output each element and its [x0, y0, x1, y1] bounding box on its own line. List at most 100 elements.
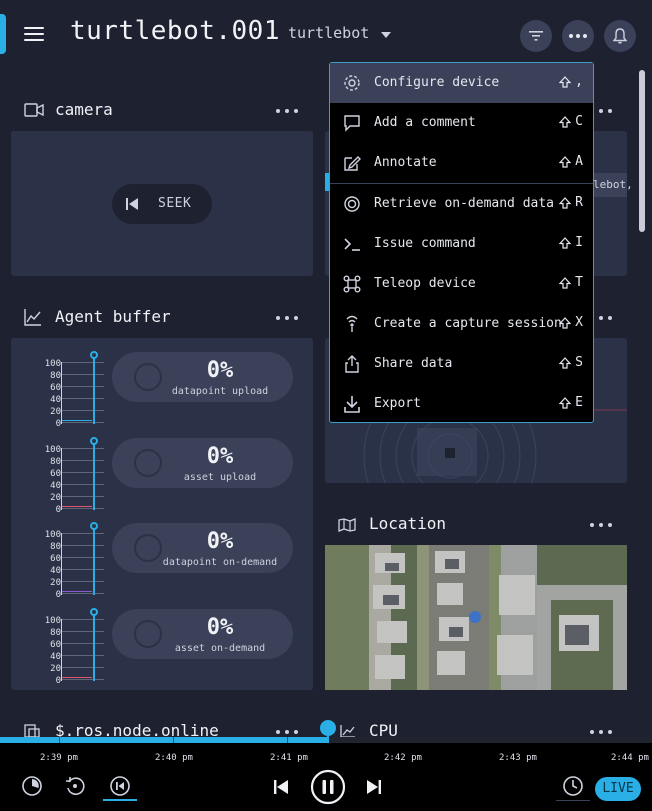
shortcut: T [559, 275, 583, 290]
timeline-label: 2:41 pm [270, 753, 308, 763]
menu-item-label: Teleop device [374, 276, 476, 291]
timeline-track[interactable] [0, 737, 652, 743]
pie-clock-icon [22, 776, 42, 796]
tick-label: 20 [50, 493, 61, 503]
gridline [62, 496, 104, 497]
location-map[interactable] [325, 545, 627, 690]
shift-icon [559, 196, 572, 209]
next-button[interactable] [367, 779, 381, 798]
menu-item-retrieve-on-demand-data[interactable]: Retrieve on-demand data R [330, 184, 593, 224]
bell-icon [613, 28, 627, 44]
device-select[interactable]: turtlebot [288, 24, 392, 42]
shift-icon [559, 356, 572, 369]
range-button[interactable] [21, 775, 43, 801]
shortcut-key: X [575, 315, 583, 330]
y-axis-ticks: 100 80 60 40 20 0 [29, 529, 61, 601]
shortcut-key: C [575, 114, 583, 129]
tick-label: 60 [50, 469, 61, 479]
gridline [62, 533, 104, 534]
menu-item-annotate[interactable]: Annotate A [330, 143, 593, 183]
gear-icon [344, 75, 360, 91]
refresh-button[interactable] [64, 775, 86, 801]
gauge-label: datapoint upload [171, 386, 269, 397]
seek-button[interactable]: SEEK [112, 184, 212, 224]
gauge-ring [134, 449, 162, 477]
gauge-label: datapoint on-demand [162, 557, 278, 568]
menu-item-label: Share data [374, 356, 453, 371]
previous-button[interactable] [274, 779, 288, 798]
time-cursor-dot [90, 351, 98, 359]
live-button[interactable]: LIVE [595, 777, 641, 801]
timeline-cursor-stem [327, 735, 329, 743]
timeline-label: 2:43 pm [499, 753, 537, 763]
location-more-button[interactable] [590, 521, 612, 529]
time-cursor-line [93, 440, 95, 510]
annotate-icon [344, 156, 361, 171]
retrieve-icon [344, 196, 360, 212]
map-icon [338, 518, 356, 532]
menu-item-label: Create a capture session [374, 316, 562, 331]
time-cursor-line [93, 525, 95, 595]
skip-back-icon [126, 198, 138, 210]
skip-next-icon [367, 780, 381, 794]
pause-button[interactable] [310, 769, 346, 809]
menu-item-issue-command[interactable]: Issue command I [330, 224, 593, 264]
gauge-label: asset on-demand [174, 643, 266, 654]
shortcut: C [559, 114, 583, 129]
menu-item-label: Annotate [374, 155, 437, 170]
filter-icon [529, 31, 543, 41]
time-cursor-dot [90, 522, 98, 530]
timeline-scrubber[interactable] [320, 720, 336, 736]
gridline [62, 362, 104, 363]
cpu-more-button[interactable] [590, 728, 612, 736]
teleop-icon [343, 275, 361, 293]
gridline [62, 374, 104, 375]
tick-label: 40 [50, 395, 61, 405]
tick-label: 0 [55, 419, 61, 429]
time-cursor-line [93, 611, 95, 681]
buffer-gauge: 0% datapoint upload [112, 352, 293, 402]
tick-label: 0 [55, 676, 61, 686]
menu-item-label: Add a comment [374, 115, 476, 130]
shortcut-key: I [575, 235, 583, 250]
time-cursor-dot [90, 437, 98, 445]
page-title: turtlebot.001 [70, 16, 280, 46]
hamburger-icon[interactable] [24, 26, 44, 42]
buffer-mini-chart [61, 351, 104, 424]
buffer-row: 100 80 60 40 20 0 0% datapoint on-demand [11, 515, 313, 601]
menu-item-teleop-device[interactable]: Teleop device T [330, 264, 593, 304]
gridline [62, 484, 104, 485]
camera-panel-more-button[interactable] [276, 107, 298, 115]
share-icon [345, 355, 359, 373]
notifications-button[interactable] [604, 20, 636, 52]
shortcut: S [559, 355, 583, 370]
menu-item-configure-device[interactable]: Configure device, [330, 63, 593, 103]
history-button[interactable] [556, 773, 590, 801]
menu-item-label: Configure device [374, 75, 500, 90]
ros-node-more-button[interactable] [276, 728, 298, 736]
buffer-gauge: 0% asset upload [112, 438, 293, 488]
more-options-button[interactable] [562, 20, 594, 52]
menu-item-share-data[interactable]: Share data S [330, 344, 593, 384]
gridline [62, 619, 104, 620]
shift-icon [559, 75, 572, 88]
gauge-value: 0% [206, 358, 234, 383]
gridline [62, 631, 104, 632]
page-scrollbar[interactable] [639, 70, 645, 232]
jump-start-button[interactable] [103, 773, 137, 801]
menu-item-add-a-comment[interactable]: Add a comment C [330, 103, 593, 143]
export-icon [344, 396, 360, 413]
tick-label: 80 [50, 542, 61, 552]
buffer-gauge: 0% datapoint on-demand [112, 523, 293, 573]
tick-label: 60 [50, 554, 61, 564]
filter-button[interactable] [520, 20, 552, 52]
menu-item-create-a-capture-session[interactable]: Create a capture session X [330, 304, 593, 344]
capture-icon [346, 315, 358, 332]
tick-label: 100 [44, 445, 61, 455]
menu-item-export[interactable]: Export E [330, 384, 593, 424]
tick-label: 60 [50, 383, 61, 393]
timeline-tick [287, 737, 288, 743]
agent-buffer-more-button[interactable] [276, 314, 298, 322]
tick-label: 20 [50, 407, 61, 417]
gridline [62, 545, 104, 546]
